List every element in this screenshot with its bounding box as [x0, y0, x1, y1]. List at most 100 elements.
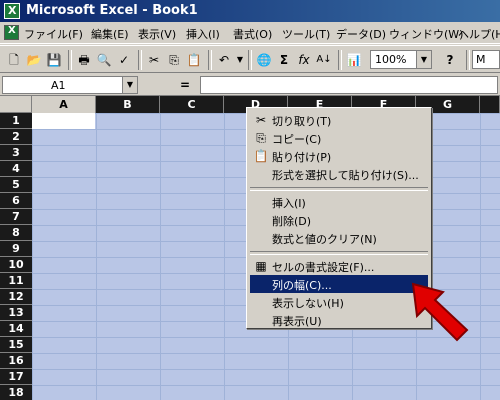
- copy-icon: ⎘: [256, 131, 266, 145]
- active-cell-a1[interactable]: [32, 113, 95, 129]
- row-header[interactable]: 12: [0, 289, 32, 305]
- row-header[interactable]: 17: [0, 369, 32, 385]
- toolbar-separator: [208, 50, 212, 70]
- standard-toolbar: 🗋 📂 💾 🖶 🔍 ✓ ✂ ⎘ 📋 ↶ ▼ 🌐 Σ fx A↓ 📊 100% ▼…: [0, 45, 500, 73]
- menu-window[interactable]: ウィンドウ(W): [389, 26, 463, 42]
- name-box-value: A1: [51, 79, 66, 92]
- workbook-icon[interactable]: X: [4, 25, 19, 40]
- menu-item-insert[interactable]: 挿入(I): [250, 193, 428, 211]
- menu-file[interactable]: ファイル(F): [24, 26, 83, 42]
- formula-equals-label: =: [180, 78, 191, 92]
- row-header[interactable]: 7: [0, 209, 32, 225]
- menu-data[interactable]: データ(D): [336, 26, 386, 42]
- menu-item-label: 再表示(U): [272, 315, 322, 328]
- excel-app-icon[interactable]: X: [4, 3, 20, 19]
- paste-icon: 📋: [253, 149, 269, 163]
- copy-icon[interactable]: ⎘: [164, 50, 184, 70]
- formula-input[interactable]: [200, 76, 498, 94]
- menu-item-copy[interactable]: ⎘ コピー(C): [250, 129, 428, 147]
- menu-item-clear-contents[interactable]: 数式と値のクリア(N): [250, 229, 428, 247]
- row-header[interactable]: 5: [0, 177, 32, 193]
- menu-tools[interactable]: ツール(T): [282, 26, 330, 42]
- column-header-b[interactable]: B: [96, 96, 160, 113]
- row-header[interactable]: 9: [0, 241, 32, 257]
- new-icon[interactable]: 🗋: [4, 50, 24, 70]
- menu-item-cut[interactable]: ✂ 切り取り(T): [250, 111, 428, 129]
- window-title: Microsoft Excel - Book1: [26, 3, 198, 18]
- font-select-value: M: [476, 53, 486, 66]
- menu-item-format-cells[interactable]: ▦ セルの書式設定(F)...: [250, 257, 428, 275]
- row-header[interactable]: 13: [0, 305, 32, 321]
- row-header[interactable]: 4: [0, 161, 32, 177]
- column-header-h[interactable]: [480, 96, 500, 113]
- column-header-a[interactable]: A: [32, 96, 96, 113]
- autosum-icon[interactable]: Σ: [274, 50, 294, 70]
- menu-format[interactable]: 書式(O): [233, 26, 272, 42]
- menu-item-column-width[interactable]: 列の幅(C)...: [250, 275, 428, 293]
- toolbar-separator: [338, 50, 342, 70]
- row-header[interactable]: 18: [0, 385, 32, 400]
- zoom-value: 100%: [375, 53, 407, 66]
- row-header[interactable]: 2: [0, 129, 32, 145]
- menu-item-label: 列の幅(C)...: [272, 279, 332, 292]
- chart-wizard-icon[interactable]: 📊: [344, 50, 364, 70]
- chevron-down-icon[interactable]: ▼: [416, 51, 431, 68]
- column-header-c[interactable]: C: [160, 96, 224, 113]
- toolbar-separator: [248, 50, 252, 70]
- menu-item-label: 形式を選択して貼り付け(S)...: [272, 169, 419, 182]
- menu-item-label: 表示しない(H): [272, 297, 344, 310]
- formula-bar: A1 ▼ =: [0, 74, 500, 96]
- row-header[interactable]: 10: [0, 257, 32, 273]
- toolbar-separator: [466, 50, 470, 70]
- menu-help[interactable]: ヘルプ(H): [458, 26, 500, 42]
- font-select[interactable]: M: [472, 50, 500, 69]
- menu-separator: [250, 187, 428, 191]
- menu-item-label: 数式と値のクリア(N): [272, 233, 377, 246]
- toolbar-separator: [138, 50, 142, 70]
- name-box[interactable]: A1 ▼: [2, 76, 138, 94]
- menu-item-label: コピー(C): [272, 133, 322, 146]
- help-icon[interactable]: ?: [440, 50, 460, 70]
- row-header[interactable]: 1: [0, 113, 32, 129]
- menu-item-hide[interactable]: 表示しない(H): [250, 293, 428, 311]
- zoom-select[interactable]: 100% ▼: [370, 50, 432, 69]
- open-icon[interactable]: 📂: [24, 50, 44, 70]
- undo-dropdown-icon[interactable]: ▼: [230, 50, 250, 70]
- menu-bar: X ファイル(F) 編集(E) 表示(V) 挿入(I) 書式(O) ツール(T)…: [0, 22, 500, 44]
- title-bar: X Microsoft Excel - Book1: [0, 0, 500, 22]
- paste-icon[interactable]: 📋: [184, 50, 204, 70]
- menu-edit[interactable]: 編集(E): [91, 26, 129, 42]
- row-header[interactable]: 11: [0, 273, 32, 289]
- menu-item-unhide[interactable]: 再表示(U): [250, 311, 428, 329]
- menu-item-label: 切り取り(T): [272, 115, 332, 128]
- row-header[interactable]: 15: [0, 337, 32, 353]
- red-arrow-icon: [411, 282, 469, 342]
- menu-insert[interactable]: 挿入(I): [186, 26, 220, 42]
- row-header[interactable]: 14: [0, 321, 32, 337]
- menu-item-delete[interactable]: 削除(D): [250, 211, 428, 229]
- menu-item-label: 貼り付け(P): [272, 151, 332, 164]
- menu-item-label: 削除(D): [272, 215, 312, 228]
- toolbar-separator: [68, 50, 72, 70]
- print-preview-icon[interactable]: 🔍: [94, 50, 114, 70]
- save-icon[interactable]: 💾: [44, 50, 64, 70]
- row-header[interactable]: 6: [0, 193, 32, 209]
- menu-view[interactable]: 表示(V): [138, 26, 176, 42]
- select-all-corner[interactable]: [0, 96, 32, 113]
- row-header[interactable]: 8: [0, 225, 32, 241]
- function-icon[interactable]: fx: [294, 50, 314, 70]
- menu-separator: [250, 251, 428, 255]
- chevron-down-icon[interactable]: ▼: [122, 77, 137, 93]
- row-header[interactable]: 16: [0, 353, 32, 369]
- sort-ascending-icon[interactable]: A↓: [314, 50, 334, 70]
- cut-icon[interactable]: ✂: [144, 50, 164, 70]
- format-cells-icon: ▦: [255, 259, 267, 273]
- print-icon[interactable]: 🖶: [74, 50, 94, 70]
- hyperlink-icon[interactable]: 🌐: [254, 50, 274, 70]
- row-header[interactable]: 3: [0, 145, 32, 161]
- menu-item-label: 挿入(I): [272, 197, 306, 210]
- menu-item-paste-special[interactable]: 形式を選択して貼り付け(S)...: [250, 165, 428, 183]
- menu-item-paste[interactable]: 📋 貼り付け(P): [250, 147, 428, 165]
- spelling-icon[interactable]: ✓: [114, 50, 134, 70]
- menu-item-label: セルの書式設定(F)...: [272, 261, 375, 274]
